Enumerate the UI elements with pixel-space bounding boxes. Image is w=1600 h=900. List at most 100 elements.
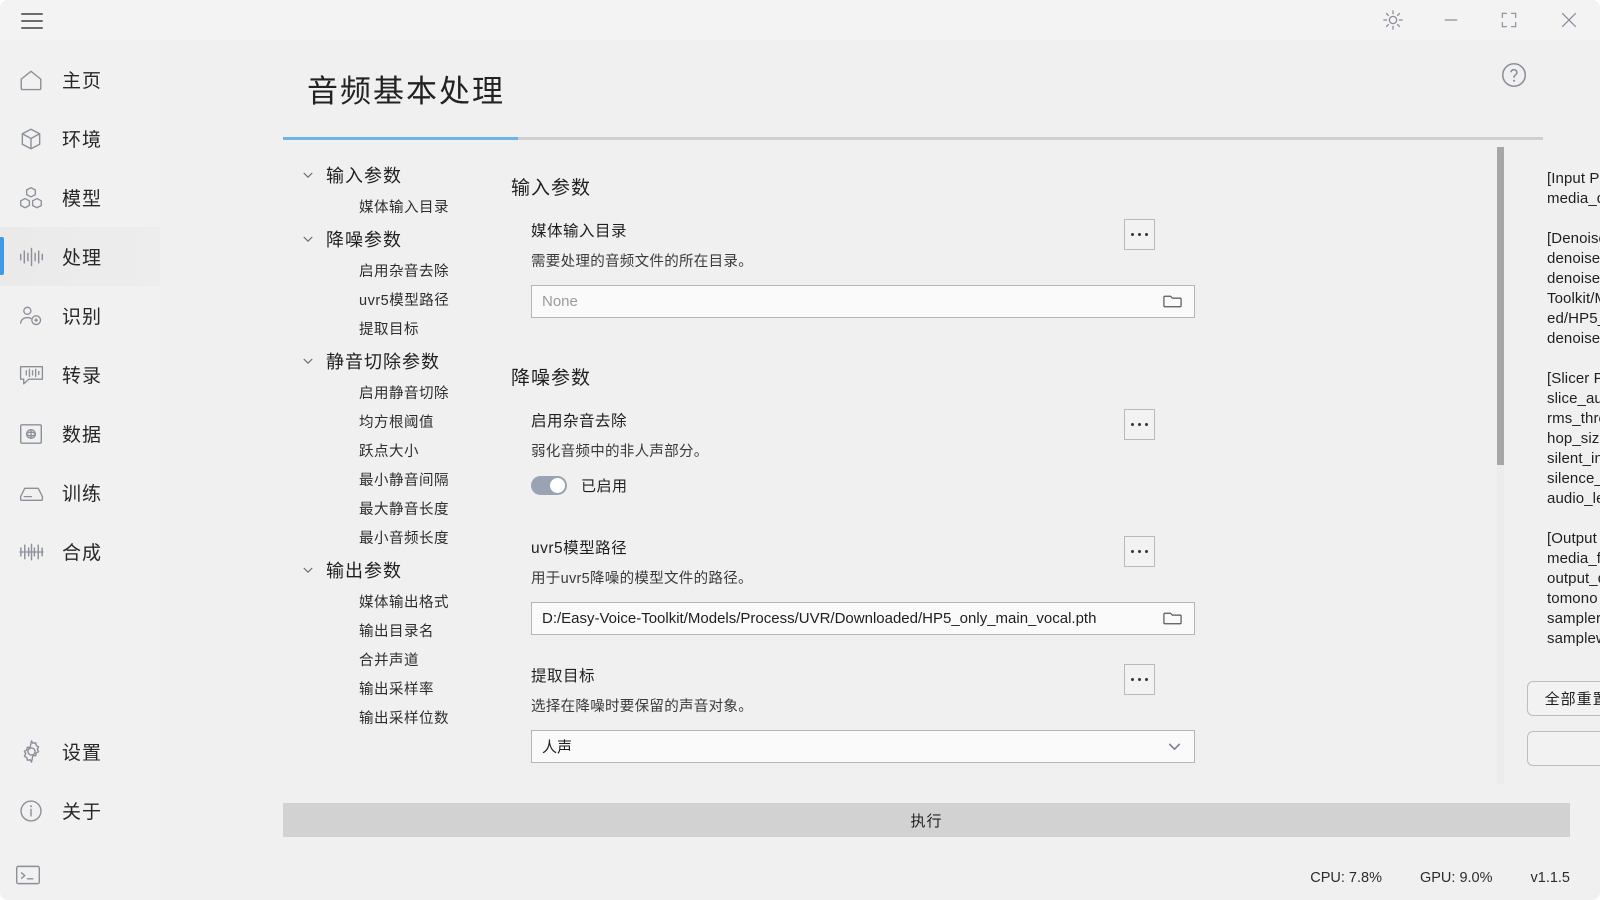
tree-item-hop-size[interactable]: 跃点大小 — [299, 436, 504, 465]
uvr5-model-path-input[interactable]: D:/Easy-Voice-Toolkit/Models/Process/UVR… — [531, 602, 1195, 635]
more-options-button[interactable] — [1124, 664, 1155, 695]
cubes-icon — [16, 183, 46, 213]
sidebar-item-environment[interactable]: 环境 — [0, 109, 160, 168]
tree-item-label: 最小音频长度 — [359, 531, 449, 547]
more-options-button[interactable] — [1124, 409, 1155, 440]
sidebar-item-label: 模型 — [62, 189, 103, 210]
tree-item-label: 启用静音切除 — [359, 386, 449, 402]
tree-item-silence-kept-max[interactable]: 最大静音长度 — [299, 494, 504, 523]
sidebar-item-process[interactable]: 处理 — [0, 227, 160, 286]
folder-icon[interactable] — [1162, 609, 1184, 628]
more-options-button[interactable] — [1124, 536, 1155, 567]
sidebar-item-recognition[interactable]: 识别 — [0, 286, 160, 345]
waveform-icon — [16, 242, 46, 272]
version-label: v1.1.5 — [1530, 870, 1571, 886]
tree-item-label: 启用杂音去除 — [359, 264, 449, 280]
tree-item-media-dir-input[interactable]: 媒体输入目录 — [299, 192, 504, 221]
more-options-button[interactable] — [1124, 219, 1155, 250]
tree-group-output-params[interactable]: 输出参数 — [299, 552, 504, 587]
tree-item-tomono[interactable]: 合并声道 — [299, 645, 504, 674]
title-bar — [0, 0, 1600, 40]
sidebar-bottom-list: 设置 关于 — [0, 722, 160, 840]
settings-form: 输入参数 媒体输入目录 需要处理的音频文件的所在目录。 None 降噪参数 启用… — [511, 147, 1451, 792]
sidebar-item-synthesis[interactable]: 合成 — [0, 522, 160, 581]
close-icon[interactable] — [1538, 0, 1600, 40]
tree-group-slicer-params[interactable]: 静音切除参数 — [299, 343, 504, 378]
tree-item-rms-threshold[interactable]: 均方根阈值 — [299, 407, 504, 436]
sidebar-item-home[interactable]: 主页 — [0, 50, 160, 109]
field-label: 启用杂音去除 — [531, 413, 628, 430]
field-label: 媒体输入目录 — [531, 223, 628, 240]
field-media-dir-input: 媒体输入目录 需要处理的音频文件的所在目录。 None — [531, 219, 1195, 318]
field-uvr5-model-path: uvr5模型路径 用于uvr5降噪的模型文件的路径。 D:/Easy-Voice… — [531, 536, 1195, 635]
sidebar-item-label: 处理 — [62, 248, 103, 269]
tree-item-label: 媒体输出格式 — [359, 595, 449, 611]
menu-icon[interactable] — [14, 6, 50, 36]
chevron-down-icon — [299, 352, 317, 370]
input-value: None — [542, 293, 578, 310]
sidebar-item-data[interactable]: 数据 — [0, 404, 160, 463]
sidebar-item-label: 识别 — [62, 307, 103, 328]
tree-item-uvr5-model-path[interactable]: uvr5模型路径 — [299, 285, 504, 314]
home-icon — [16, 65, 46, 95]
tree-item-label: 输出目录名 — [359, 624, 434, 640]
server-icon — [16, 478, 46, 508]
minimize-icon[interactable] — [1422, 0, 1480, 40]
tree-item-output-dir-name[interactable]: 输出目录名 — [299, 616, 504, 645]
sidebar-item-label: 环境 — [62, 130, 103, 151]
sidebar-item-settings[interactable]: 设置 — [0, 722, 160, 781]
tree-item-label: 输出采样率 — [359, 682, 434, 698]
tree-group-label: 输入参数 — [326, 165, 402, 186]
tree-item-samplerate[interactable]: 输出采样率 — [299, 674, 504, 703]
reset-all-button[interactable]: 全部重置 — [1527, 681, 1600, 716]
parameter-tree: 输入参数 媒体输入目录 降噪参数 启用杂音去除 uvr5模型路径 提取目标 静音… — [299, 157, 504, 732]
input-value: D:/Easy-Voice-Toolkit/Models/Process/UVR… — [542, 610, 1097, 627]
chevron-down-icon — [299, 230, 317, 248]
tree-item-label: 提取目标 — [359, 322, 419, 338]
maximize-icon[interactable] — [1480, 0, 1538, 40]
tree-item-silent-interval-min[interactable]: 最小静音间隔 — [299, 465, 504, 494]
question-circle-icon[interactable] — [1499, 60, 1529, 90]
toggle-state-label: 已启用 — [581, 478, 628, 495]
sidebar-nav-list: 主页 环境 模型 处理 识别 转录 数据 训练 合成 — [0, 50, 160, 581]
gear-icon — [16, 737, 46, 767]
speech-icon — [16, 360, 46, 390]
execute-button-label: 执行 — [910, 812, 943, 830]
box-icon — [16, 124, 46, 154]
tree-group-label: 输出参数 — [326, 560, 402, 581]
tree-item-media-format-output[interactable]: 媒体输出格式 — [299, 587, 504, 616]
media-dir-input-field[interactable]: None — [531, 285, 1195, 318]
folder-icon[interactable] — [1162, 292, 1184, 311]
gpu-usage-status: GPU: 9.0% — [1419, 870, 1493, 886]
sun-icon[interactable] — [1364, 0, 1422, 40]
sidebar-item-about[interactable]: 关于 — [0, 781, 160, 840]
tree-item-samplewidth[interactable]: 输出采样位数 — [299, 703, 504, 732]
denoise-target-select[interactable]: 人声 — [531, 730, 1195, 763]
tree-item-denoise-audio[interactable]: 启用杂音去除 — [299, 256, 504, 285]
field-description: 需要处理的音频文件的所在目录。 — [531, 254, 753, 270]
page-header: 音频基本处理 — [283, 40, 1543, 140]
main-body: 输入参数 媒体输入目录 降噪参数 启用杂音去除 uvr5模型路径 提取目标 静音… — [283, 143, 1600, 843]
application-window: 主页 环境 模型 处理 识别 转录 数据 训练 合成 设置 关于 音频基本处理 … — [0, 0, 1600, 900]
tree-group-denoiser-params[interactable]: 降噪参数 — [299, 221, 504, 256]
info-icon — [16, 796, 46, 826]
sidebar-item-models[interactable]: 模型 — [0, 168, 160, 227]
tree-item-slice-audio[interactable]: 启用静音切除 — [299, 378, 504, 407]
denoise-audio-toggle[interactable] — [531, 476, 567, 495]
tree-item-label: uvr5模型路径 — [359, 293, 450, 309]
tree-group-input-params[interactable]: 输入参数 — [299, 157, 504, 192]
cpu-usage-status: CPU: 7.8% — [1310, 870, 1382, 886]
sidebar-item-label: 主页 — [62, 71, 103, 92]
sidebar-item-training[interactable]: 训练 — [0, 463, 160, 522]
page-title: 音频基本处理 — [307, 74, 505, 109]
tree-item-audio-length-min[interactable]: 最小音频长度 — [299, 523, 504, 552]
open-output-dir-button[interactable]: 打开输出目录 — [1527, 731, 1600, 766]
sidebar-item-transcription[interactable]: 转录 — [0, 345, 160, 404]
tree-item-denoise-target[interactable]: 提取目标 — [299, 314, 504, 343]
person-id-icon — [16, 301, 46, 331]
form-scrollbar[interactable] — [1497, 147, 1504, 784]
chevron-down-icon — [299, 166, 317, 184]
execute-button[interactable]: 执行 — [283, 803, 1570, 837]
tree-group-label: 静音切除参数 — [326, 351, 440, 372]
form-scrollbar-thumb[interactable] — [1497, 147, 1504, 465]
